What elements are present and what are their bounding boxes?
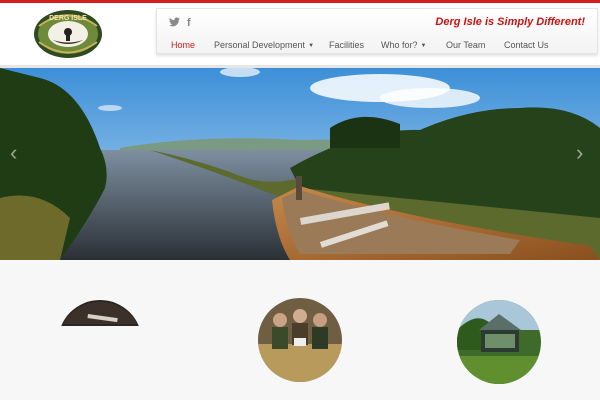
twitter-icon[interactable] xyxy=(169,17,180,30)
feature-thumbnail-gazebo[interactable] xyxy=(457,300,541,384)
slider-prev-arrow[interactable]: ‹ xyxy=(10,140,17,166)
chevron-down-icon: ▼ xyxy=(308,43,315,49)
nav-item-label: Facilities xyxy=(329,40,365,50)
nav-item-label: Who for? xyxy=(381,40,418,50)
site-tagline: Derg Isle is Simply Different! xyxy=(435,16,585,28)
nav-item-label: Our Team xyxy=(446,40,486,50)
hero-slider[interactable]: ‹ › xyxy=(0,68,600,260)
nav-item-facilities[interactable]: Facilities xyxy=(329,40,364,50)
facebook-icon[interactable]: f xyxy=(187,17,191,29)
nav-panel: f Derg Isle is Simply Different! Home Pe… xyxy=(156,8,598,54)
main-menu: Home Personal Development ▼ Facilities Wh… xyxy=(157,40,597,54)
nav-item-label: Personal Development xyxy=(214,40,306,50)
nav-item-label: Contact Us xyxy=(504,40,549,50)
gazebo-photo-image xyxy=(457,300,541,384)
chevron-down-icon: ▼ xyxy=(420,43,427,49)
site-header: DERG ISLE f Derg Isle is Simply Differen… xyxy=(0,3,600,65)
feature-thumbnail-team[interactable] xyxy=(258,298,342,382)
nav-item-personal-development[interactable]: Personal Development ▼ xyxy=(214,40,314,50)
hero-lake-boat-image xyxy=(0,68,600,260)
feature-thumbnail-boat[interactable] xyxy=(58,300,142,384)
nav-item-home[interactable]: Home xyxy=(171,40,195,50)
nav-item-who-for[interactable]: Who for? ▼ xyxy=(381,40,426,50)
nav-item-label: Home xyxy=(171,40,196,50)
svg-text:DERG ISLE: DERG ISLE xyxy=(49,15,87,22)
site-logo[interactable]: DERG ISLE xyxy=(33,9,103,59)
slider-next-arrow[interactable]: › xyxy=(576,140,583,166)
nav-item-our-team[interactable]: Our Team xyxy=(446,40,485,50)
boat-photo-image xyxy=(58,300,142,384)
nav-item-contact-us[interactable]: Contact Us xyxy=(504,40,549,50)
team-photo-image xyxy=(258,298,342,382)
